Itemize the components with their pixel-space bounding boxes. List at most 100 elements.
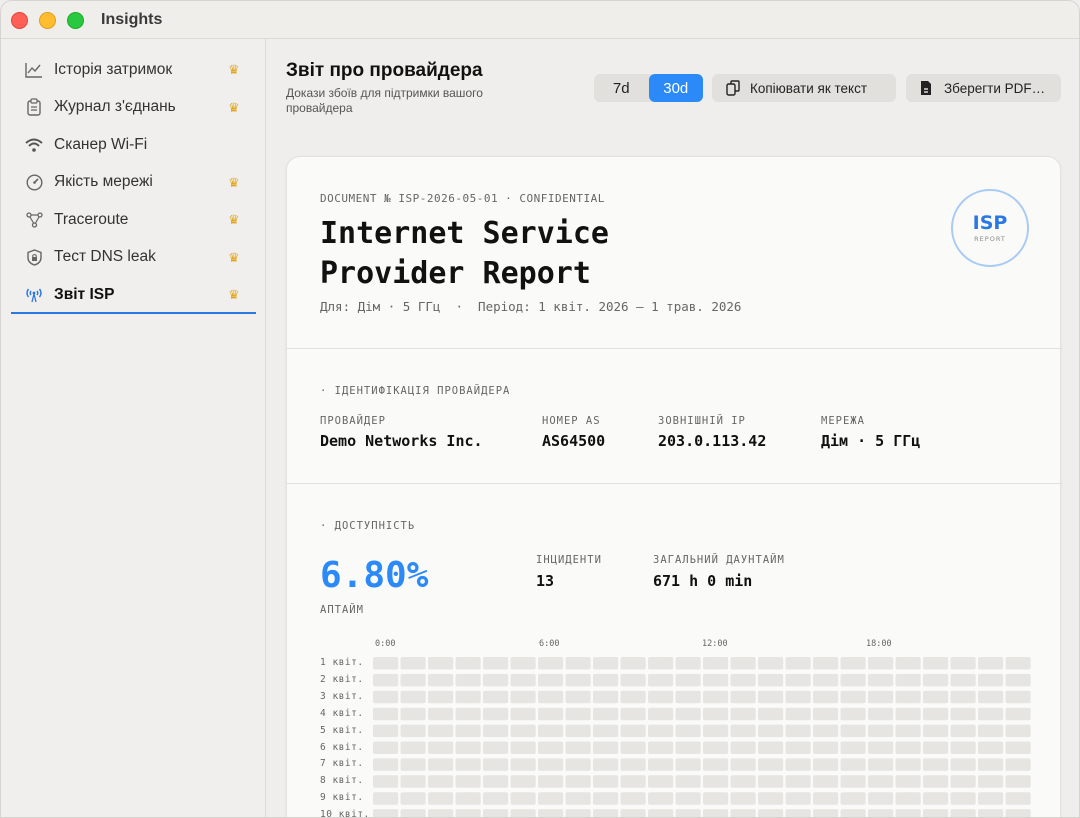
sidebar-item-isp-report[interactable]: Звіт ISP ♛	[1, 276, 265, 314]
heatmap-cell	[840, 724, 866, 738]
heatmap-cell	[510, 775, 536, 788]
heatmap-cell	[455, 724, 481, 738]
heatmap-cell	[840, 673, 866, 687]
heatmap-cell	[565, 657, 591, 670]
period-30d-button[interactable]: 30d	[648, 74, 703, 102]
heatmap-cell	[428, 690, 454, 704]
heatmap-cell	[923, 690, 949, 704]
heatmap-cell	[840, 775, 866, 788]
heatmap-cell	[428, 741, 454, 754]
sidebar-item-network-quality[interactable]: Якість мережі ♛	[1, 164, 265, 202]
heatmap-hour-label: 0:00	[375, 639, 396, 649]
sidebar-item-connection-log[interactable]: Журнал з'єднань ♛	[1, 89, 265, 127]
heatmap-cell	[593, 724, 619, 738]
heatmap-cell	[510, 707, 536, 721]
heatmap-cell	[1005, 775, 1031, 788]
heatmap-cell	[703, 809, 729, 817]
heatmap-cell	[978, 673, 1004, 687]
heatmap-cell	[703, 690, 729, 704]
heatmap-cell	[923, 758, 949, 771]
copy-as-text-button[interactable]: Копіювати як текст	[712, 74, 896, 102]
sidebar-item-label: Тест DNS leak	[54, 248, 156, 266]
heatmap-cell	[895, 724, 921, 738]
heatmap-cell	[455, 673, 481, 687]
heatmap-cell	[895, 809, 921, 817]
availability-section-label: · ДОСТУПНІСТЬ	[320, 520, 416, 532]
heatmap-cell	[675, 707, 701, 721]
heatmap-cell	[400, 657, 426, 670]
period-7d-button[interactable]: 7d	[594, 74, 649, 102]
crown-icon: ♛	[228, 99, 240, 115]
app-title: Insights	[101, 11, 163, 28]
heatmap-cell	[758, 673, 784, 687]
identification-section-label: · ІДЕНТИФІКАЦІЯ ПРОВАЙДЕРА	[320, 385, 511, 397]
heatmap-cell	[400, 690, 426, 704]
heatmap-cell	[978, 707, 1004, 721]
as-number-label: НОМЕР AS	[542, 415, 601, 427]
heatmap-cell	[703, 657, 729, 670]
heatmap-cell	[813, 724, 839, 738]
heatmap-cell	[703, 775, 729, 788]
heatmap-cell	[895, 741, 921, 754]
heatmap-cell	[593, 809, 619, 817]
as-number-value: AS64500	[542, 432, 606, 450]
save-pdf-button[interactable]: Зберегти PDF…	[906, 74, 1061, 102]
crown-icon: ♛	[228, 174, 240, 190]
heatmap-cell	[785, 724, 811, 738]
heatmap-cell	[730, 673, 756, 687]
heatmap-cell	[813, 673, 839, 687]
sidebar-item-latency-history[interactable]: Історія затримок ♛	[1, 51, 265, 89]
network-value: Дім · 5 ГГц	[821, 432, 921, 450]
heatmap-cell	[648, 741, 674, 754]
heatmap-cell	[620, 758, 646, 771]
close-window-button[interactable]	[11, 12, 28, 29]
sidebar-item-label: Звіт ISP	[54, 285, 115, 303]
heatmap-cell	[868, 657, 894, 670]
heatmap-cell	[428, 758, 454, 771]
heatmap-cell	[703, 724, 729, 738]
heatmap-cell	[730, 809, 756, 817]
heatmap-cell	[730, 758, 756, 771]
heatmap-cell	[593, 775, 619, 788]
heatmap-cell	[400, 775, 426, 788]
heatmap-cell	[868, 707, 894, 721]
heatmap-day-label: 8 квіт.	[320, 775, 364, 787]
sidebar-item-traceroute[interactable]: Traceroute ♛	[1, 201, 265, 239]
crown-icon: ♛	[228, 62, 240, 77]
heatmap-cell	[483, 673, 509, 687]
heatmap-cell	[840, 690, 866, 704]
heatmap-cell	[703, 792, 729, 805]
heatmap-cell	[538, 657, 564, 670]
heatmap-cell	[428, 724, 454, 738]
heatmap-cell	[373, 673, 399, 687]
heatmap-cell	[620, 673, 646, 687]
heatmap-cell	[813, 758, 839, 771]
heatmap-cell	[730, 724, 756, 738]
heatmap-cell	[785, 792, 811, 805]
heatmap-cell	[483, 724, 509, 738]
heatmap-cell	[620, 690, 646, 704]
zoom-window-button[interactable]	[67, 12, 84, 29]
heatmap-cell	[895, 792, 921, 805]
heatmap-cell	[565, 741, 591, 754]
heatmap-cell	[565, 673, 591, 687]
provider-label: ПРОВАЙДЕР	[320, 415, 386, 427]
gauge-icon	[25, 173, 43, 191]
heatmap-cell	[840, 657, 866, 670]
heatmap-cell	[455, 792, 481, 805]
heatmap-cell	[483, 741, 509, 754]
minimize-window-button[interactable]	[39, 12, 56, 29]
heatmap-cell	[373, 775, 399, 788]
heatmap-cell	[373, 809, 399, 817]
heatmap-cell	[648, 707, 674, 721]
heatmap-cell	[785, 657, 811, 670]
wifi-icon	[25, 136, 43, 154]
heatmap-cell	[758, 758, 784, 771]
sidebar-item-wifi-scanner[interactable]: Сканер Wi-Fi	[1, 126, 265, 164]
heatmap-cell	[868, 758, 894, 771]
provider-value: Demo Networks Inc.	[320, 432, 483, 450]
heatmap-cell	[593, 741, 619, 754]
heatmap-cell	[840, 741, 866, 754]
sidebar-item-dns-leak-test[interactable]: Тест DNS leak ♛	[1, 239, 265, 277]
section-divider	[287, 483, 1062, 484]
